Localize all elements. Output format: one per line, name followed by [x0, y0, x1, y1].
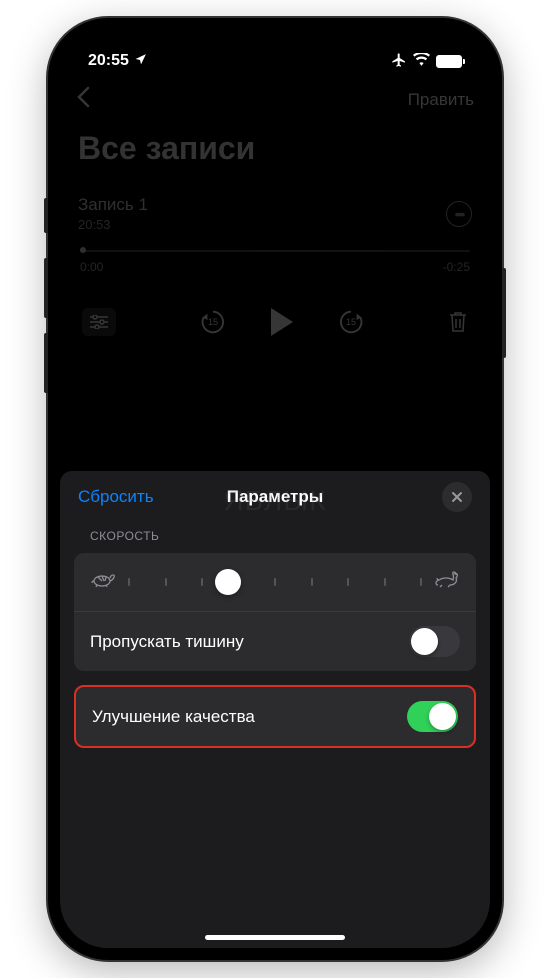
playback-controls: 15 15	[60, 286, 490, 358]
power-button	[502, 268, 506, 358]
location-icon	[134, 53, 147, 69]
volume-up-button	[44, 258, 48, 318]
screen: 20:55 Править	[60, 30, 490, 948]
status-bar: 20:55	[60, 30, 490, 78]
skip-silence-label: Пропускать тишину	[90, 632, 244, 652]
speed-section-label: СКОРОСТЬ	[60, 519, 490, 553]
wifi-icon	[413, 53, 430, 69]
recording-time: 20:53	[78, 217, 148, 232]
skip-silence-toggle[interactable]	[409, 626, 460, 657]
enhance-quality-panel: Улучшение качества	[74, 685, 476, 748]
rabbit-icon	[434, 569, 460, 595]
playhead[interactable]	[80, 247, 86, 253]
skip-forward-seconds: 15	[346, 317, 356, 327]
skip-back-button[interactable]: 15	[199, 308, 227, 336]
speed-slider[interactable]	[128, 580, 422, 584]
parameters-sheet: Сбросить Параметры ЯБЛЫК СКОРОСТЬ	[60, 471, 490, 948]
recording-name: Запись 1	[78, 195, 148, 215]
skip-forward-button[interactable]: 15	[337, 308, 365, 336]
speed-slider-knob[interactable]	[215, 569, 241, 595]
options-button[interactable]	[82, 308, 116, 336]
nav-bar: Править	[60, 78, 490, 122]
time-remaining: -0:25	[443, 260, 470, 274]
playback-timeline[interactable]: 0:00 -0:25	[78, 250, 472, 274]
close-button[interactable]	[442, 482, 472, 512]
time-elapsed: 0:00	[80, 260, 103, 274]
page-title: Все записи	[60, 122, 490, 183]
home-indicator[interactable]	[205, 935, 345, 940]
enhance-quality-label: Улучшение качества	[92, 707, 255, 727]
airplane-mode-icon	[391, 52, 407, 71]
turtle-icon	[90, 570, 116, 594]
battery-icon	[436, 55, 462, 68]
silent-switch	[44, 198, 48, 233]
recording-item[interactable]: Запись 1 20:53 ••• 0:00 -0:25	[60, 183, 490, 286]
play-button[interactable]	[271, 308, 293, 336]
volume-down-button	[44, 333, 48, 393]
reset-button[interactable]: Сбросить	[78, 487, 154, 507]
phone-frame: 20:55 Править	[48, 18, 502, 960]
status-time: 20:55	[88, 52, 129, 70]
delete-button[interactable]	[448, 310, 468, 334]
sheet-title: Параметры	[227, 487, 324, 507]
enhance-quality-toggle[interactable]	[407, 701, 458, 732]
more-button[interactable]: •••	[446, 201, 472, 227]
edit-button[interactable]: Править	[408, 90, 474, 110]
skip-silence-row: Пропускать тишину	[74, 611, 476, 671]
skip-back-seconds: 15	[208, 317, 218, 327]
back-button[interactable]	[76, 86, 90, 115]
speed-panel: Пропускать тишину	[74, 553, 476, 671]
